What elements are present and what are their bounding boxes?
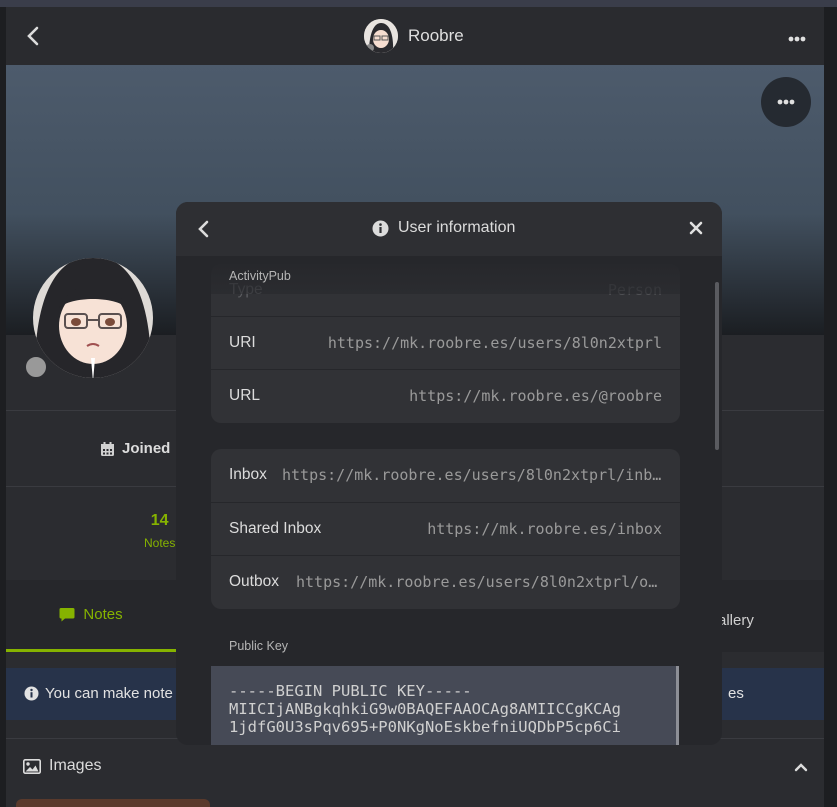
modal-title: User information — [372, 219, 515, 237]
notes-count: 14 — [150, 512, 169, 529]
more-icon[interactable] — [788, 29, 806, 47]
more-icon — [777, 99, 795, 105]
inbox-group: Inbox https://mk.roobre.es/users/8l0n2xt… — [211, 449, 680, 609]
info-icon — [24, 686, 39, 701]
public-key-box[interactable]: -----BEGIN PUBLIC KEY----- MIICIjANBgkqh… — [211, 666, 679, 745]
header-username: Roobre — [408, 26, 464, 45]
header-avatar — [364, 19, 398, 53]
info-row-url: URL https://mk.roobre.es/@roobre — [211, 369, 680, 422]
row-key: URL — [229, 387, 261, 404]
row-key: Shared Inbox — [229, 520, 322, 537]
chevron-up-icon[interactable] — [794, 759, 808, 777]
row-value[interactable]: https://mk.roobre.es/@roobre — [409, 387, 662, 405]
comment-icon — [59, 608, 75, 622]
row-key: Outbox — [229, 573, 279, 590]
joined-field: Joined — [100, 440, 170, 457]
notice-text: You can make note — [45, 685, 173, 702]
info-row-outbox: Outbox https://mk.roobre.es/users/8l0n2x… — [211, 555, 680, 608]
images-header[interactable]: Images — [23, 757, 101, 775]
tab-notes[interactable]: Notes — [6, 580, 176, 652]
notice-text-tail: es — [728, 685, 744, 702]
page-header: Roobre — [6, 7, 824, 65]
window-top-edge — [0, 0, 837, 7]
header-title: Roobre — [364, 19, 464, 53]
profile-avatar[interactable] — [31, 248, 155, 382]
images-section: Images — [6, 738, 824, 807]
notes-stat[interactable]: 14 Notes — [144, 512, 175, 550]
notes-count-label: Notes — [144, 536, 176, 550]
info-row-shared-inbox: Shared Inbox https://mk.roobre.es/inbox — [211, 502, 680, 555]
joined-label: Joined — [122, 440, 171, 457]
tab-notes-label: Notes — [83, 606, 123, 623]
modal-back-icon[interactable] — [196, 219, 210, 244]
info-row-inbox: Inbox https://mk.roobre.es/users/8l0n2xt… — [211, 449, 680, 502]
section-label-public-key: Public Key — [229, 639, 289, 653]
row-value[interactable]: https://mk.roobre.es/users/8l0n2xtprl — [328, 334, 662, 352]
info-icon — [372, 220, 389, 236]
tab-gallery[interactable]: allery — [718, 612, 754, 629]
image-icon — [23, 758, 41, 774]
modal-title-text: User information — [398, 219, 516, 236]
row-value[interactable]: https://mk.roobre.es/inbox — [427, 520, 662, 538]
online-status-indicator — [23, 354, 49, 380]
back-icon[interactable] — [24, 25, 44, 47]
section-label-activitypub: ActivityPub — [229, 269, 291, 283]
modal-scrollbar[interactable] — [715, 282, 719, 450]
calendar-icon — [101, 441, 114, 456]
close-icon[interactable] — [688, 219, 704, 242]
image-thumbnail[interactable] — [16, 799, 210, 807]
row-value[interactable]: https://mk.roobre.es/users/8l0n2xtprl/in… — [282, 466, 662, 484]
row-key: Inbox — [229, 466, 267, 483]
images-label: Images — [49, 757, 102, 774]
row-value[interactable]: https://mk.roobre.es/users/8l0n2xtprl/ou… — [296, 573, 662, 591]
banner-menu-button[interactable] — [761, 77, 811, 127]
user-info-modal: User information Type Person URI https:/… — [176, 202, 722, 745]
modal-header: User information — [176, 202, 722, 256]
row-key: URI — [229, 334, 256, 351]
info-row-uri: URI https://mk.roobre.es/users/8l0n2xtpr… — [211, 316, 680, 369]
